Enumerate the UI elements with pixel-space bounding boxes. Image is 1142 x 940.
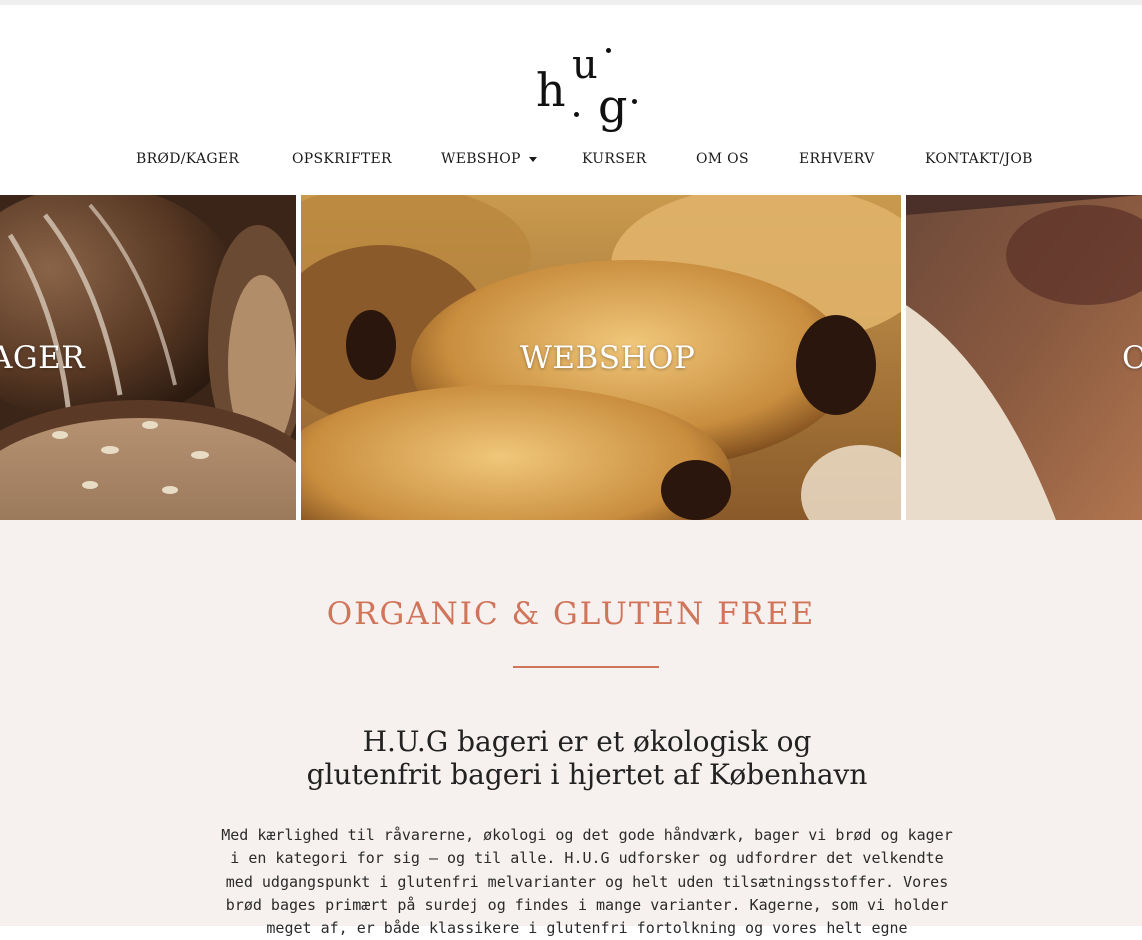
body-line: i en kategori for sig – og til alle. H.U… <box>230 849 944 868</box>
nav-item-webshop[interactable]: WEBSHOP <box>441 151 537 167</box>
logo-letter-u: u <box>572 42 598 88</box>
tile-label: O <box>1122 340 1142 376</box>
hug-logo[interactable]: h u g <box>530 41 650 141</box>
tile-label: WEBSHOP <box>520 340 696 376</box>
nav-item-om-os[interactable]: OM OS <box>696 151 749 167</box>
body-line: brød bages primært på surdej og findes i… <box>225 895 949 914</box>
tile-brod-kager[interactable]: AGER <box>0 195 296 520</box>
logo-letter-g: g <box>598 79 628 133</box>
headline-line: H.U.G bageri er et økologisk og <box>362 725 812 758</box>
body-line: meget af, er både klassikere i glutenfri… <box>266 919 908 938</box>
nav-item-webshop-label: WEBSHOP <box>441 151 521 167</box>
chevron-down-icon <box>528 156 537 162</box>
intro-section: ORGANIC & GLUTEN FREE H.U.G bageri er et… <box>0 520 1142 937</box>
body-line: med udgangspunkt i glutenfri melvariante… <box>225 872 949 891</box>
headline-line: glutenfrit bageri i hjertet af København <box>306 758 868 791</box>
category-tiles: AGER WEBSHOP O <box>0 195 1142 520</box>
divider <box>513 666 659 668</box>
nav-item-kontakt-job[interactable]: KONTAKT/JOB <box>925 151 1033 167</box>
body-line: Med kærlighed til råvarerne, økologi og … <box>221 826 953 844</box>
section-kicker: ORGANIC & GLUTEN FREE <box>326 596 816 632</box>
nav-item-kurser[interactable]: KURSER <box>582 151 646 167</box>
nav-item-opskrifter[interactable]: OPSKRIFTER <box>292 151 392 167</box>
logo-dot <box>574 112 579 117</box>
tile-om-os[interactable]: O <box>906 195 1142 520</box>
tile-label: AGER <box>0 340 86 376</box>
tile-webshop[interactable]: WEBSHOP <box>301 195 901 520</box>
logo-letter-h: h <box>536 63 566 117</box>
intro-body: Med kærlighed til råvarerne, økologi og … <box>216 824 958 940</box>
nav-item-brod-kager[interactable]: BRØD/KAGER <box>136 151 239 167</box>
intro-headline: H.U.G bageri er et økologisk og glutenfr… <box>221 725 953 791</box>
baking-image <box>906 195 1142 520</box>
logo-dot <box>632 99 637 104</box>
logo-dot <box>606 48 611 53</box>
main-nav: BRØD/KAGER OPSKRIFTER WEBSHOP KURSER OM … <box>0 151 1142 181</box>
site-header: h u g BRØD/KAGER OPSKRIFTER WEBSHOP KURS… <box>0 5 1142 195</box>
nav-item-erhverv[interactable]: ERHVERV <box>799 151 875 167</box>
